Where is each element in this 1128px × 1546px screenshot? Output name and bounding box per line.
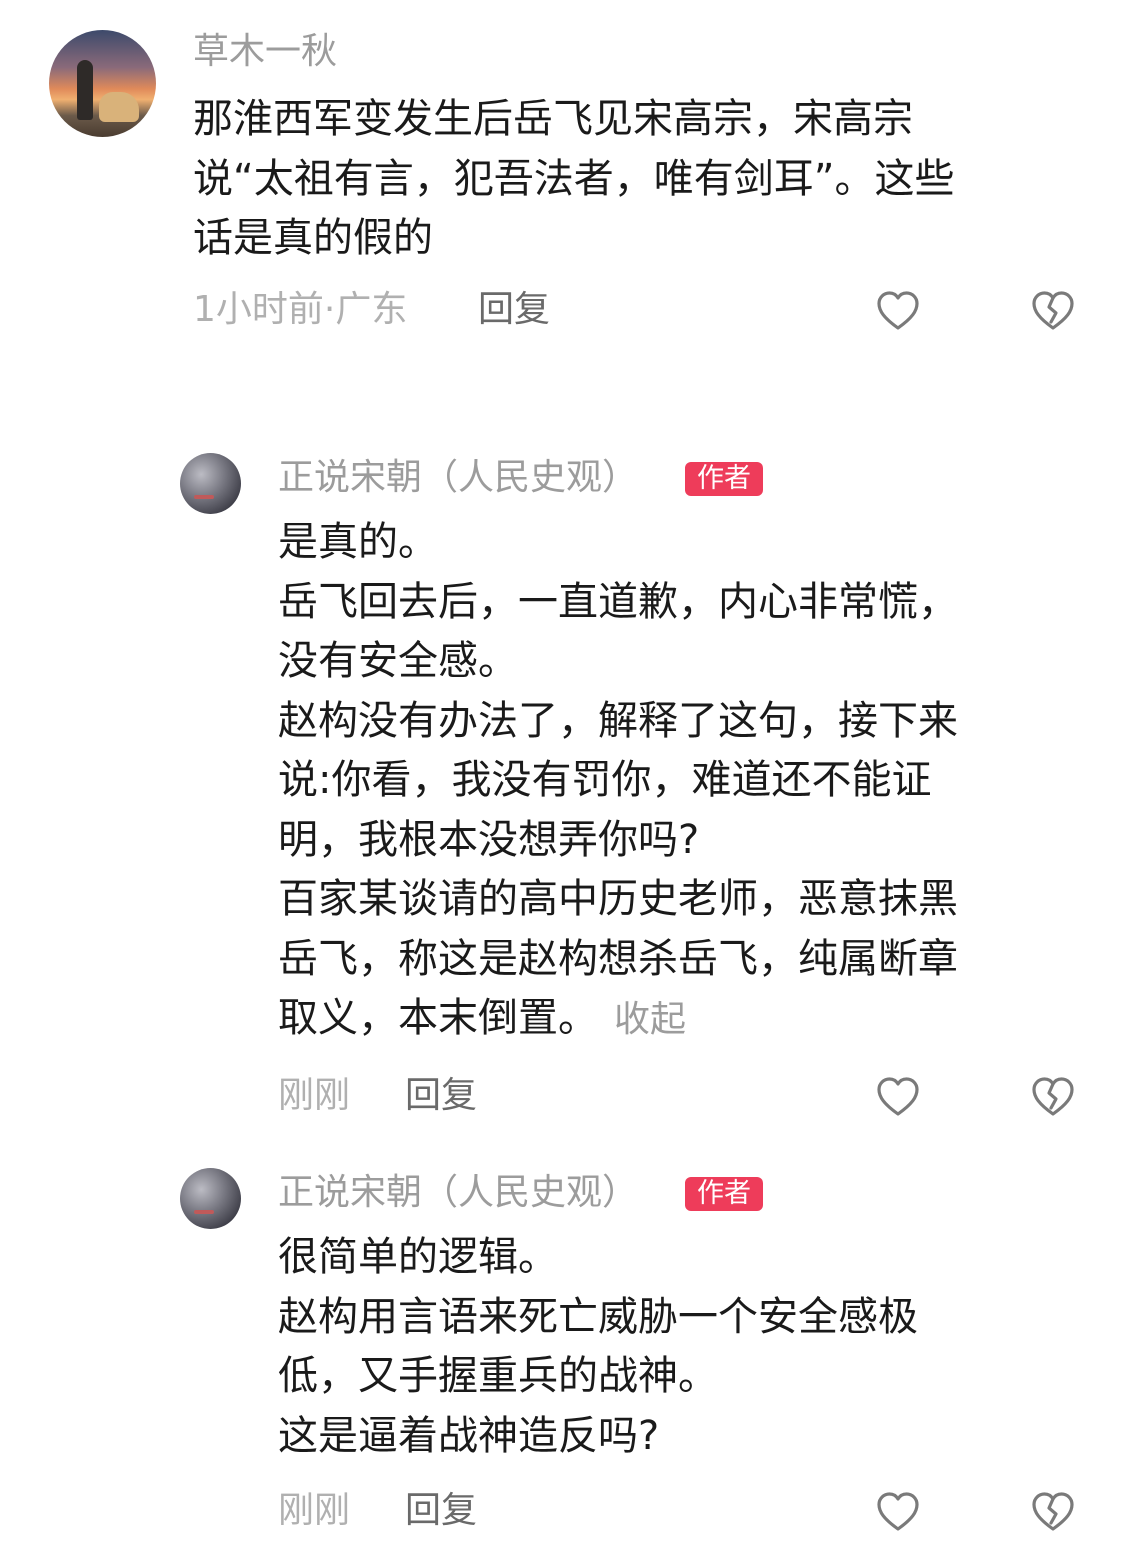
reply-line: 百家某谈请的高中历史老师，恶意抹黑: [278, 876, 958, 922]
reply-line: 说:你看，我没有罚你，难道还不能证: [278, 757, 932, 803]
reply-username[interactable]: 正说宋朝（人民史观）: [278, 1173, 638, 1213]
reply-line: 这是逼着战神造反吗?: [278, 1412, 660, 1459]
avatar-figure: [77, 60, 93, 120]
broken-heart-icon[interactable]: [1029, 287, 1077, 335]
reply-time: 刚刚: [278, 1075, 351, 1116]
reply-button[interactable]: 回复: [405, 1076, 477, 1116]
reply-line: 取义，本末倒置。: [278, 995, 598, 1041]
reply-line: 低，又手握重兵的战神。: [278, 1353, 718, 1399]
reply-line: 岳飞，称这是赵构想杀岳飞，纯属断章: [278, 935, 958, 982]
reply-button[interactable]: 回复: [405, 1491, 477, 1531]
comment-line: 说“太祖有言，犯吾法者，唯有剑耳”。这些: [193, 155, 955, 202]
reply-button[interactable]: 回复: [478, 290, 550, 330]
reply-item: 正说宋朝（人民史观） 作者 是真的。 岳飞回去后，一直道歉，内心非常慌， 没有安…: [0, 440, 1128, 1130]
reply-line: 明，我根本没想弄你吗?: [278, 816, 700, 863]
reply-line: 很简单的逻辑。: [278, 1234, 558, 1280]
reply-line: 岳飞回去后，一直道歉，内心非常慌，: [278, 578, 958, 625]
comment-line: 那淮西军变发生后岳飞见宋高宗，宋高宗: [193, 96, 913, 142]
comment-text[interactable]: 那淮西军变发生后岳飞见宋高宗，宋高宗 说“太祖有言，犯吾法者，唯有剑耳”。这些 …: [193, 90, 954, 269]
comment-username[interactable]: 草木一秋: [193, 32, 337, 72]
avatar-detail: [194, 495, 214, 499]
heart-outline-icon[interactable]: [874, 287, 922, 335]
heart-outline-icon[interactable]: [874, 1073, 922, 1121]
collapse-button[interactable]: 收起: [614, 999, 686, 1040]
avatar[interactable]: [49, 30, 156, 137]
broken-heart-icon[interactable]: [1029, 1488, 1077, 1536]
reply-text[interactable]: 很简单的逻辑。 赵构用言语来死亡威胁一个安全感极 低，又手握重兵的战神。 这是逼…: [278, 1228, 918, 1466]
reply-line: 没有安全感。: [278, 638, 518, 684]
avatar[interactable]: [180, 1168, 241, 1229]
author-badge: 作者: [685, 462, 763, 496]
reply-line: 赵构没有办法了，解释了这句，接下来: [278, 697, 958, 744]
reply-item: 正说宋朝（人民史观） 作者 很简单的逻辑。 赵构用言语来死亡威胁一个安全感极 低…: [0, 1155, 1128, 1546]
comment-line: 话是真的假的: [193, 215, 433, 261]
avatar-detail: [194, 1210, 214, 1214]
author-badge: 作者: [685, 1177, 763, 1211]
avatar-dog: [99, 92, 139, 122]
broken-heart-icon[interactable]: [1029, 1073, 1077, 1121]
reply-username[interactable]: 正说宋朝（人民史观）: [278, 458, 638, 498]
reply-text[interactable]: 是真的。 岳飞回去后，一直道歉，内心非常慌， 没有安全感。 赵构没有办法了，解释…: [278, 513, 958, 1050]
reply-line: 赵构用言语来死亡威胁一个安全感极: [278, 1293, 918, 1340]
reply-line: 是真的。: [278, 519, 438, 565]
avatar[interactable]: [180, 453, 241, 514]
reply-line-last: 取义，本末倒置。 收起: [278, 989, 958, 1050]
heart-outline-icon[interactable]: [874, 1488, 922, 1536]
comment-time-location: 1小时前·广东: [193, 289, 408, 330]
comment-item: 草木一秋 那淮西军变发生后岳飞见宋高宗，宋高宗 说“太祖有言，犯吾法者，唯有剑耳…: [0, 0, 1128, 360]
reply-time: 刚刚: [278, 1490, 351, 1531]
